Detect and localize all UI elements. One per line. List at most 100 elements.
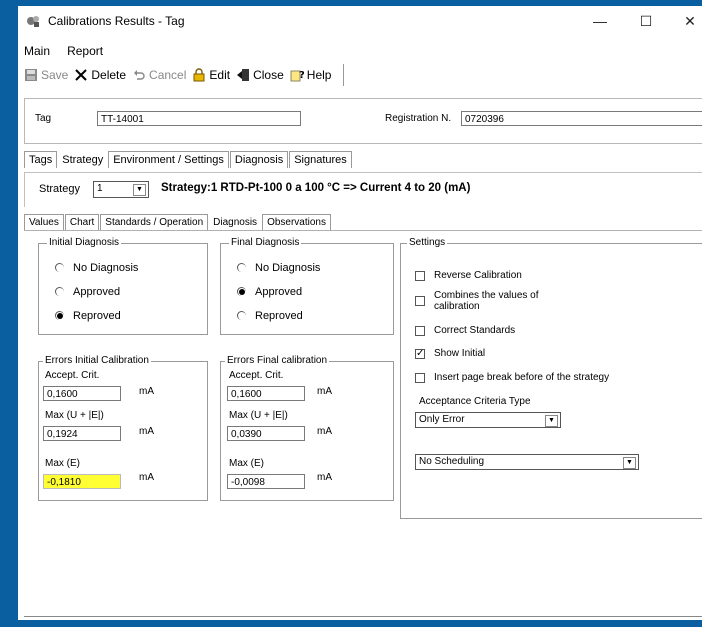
edit-label: Edit	[209, 68, 231, 82]
scheduling-select[interactable]: No Scheduling ▼	[415, 454, 639, 470]
final-max-e-input[interactable]: -0,0098	[227, 474, 305, 489]
scheduling-value: No Scheduling	[419, 456, 485, 467]
errors-initial-group: Errors Initial Calibration Accept. Crit.…	[38, 355, 208, 501]
initial-reproved-radio[interactable]: Reproved	[55, 310, 121, 322]
menu-report[interactable]: Report	[67, 44, 103, 58]
reverse-calibration-checkbox[interactable]: Reverse Calibration	[415, 270, 522, 281]
tag-panel: Tag TT-14001 Registration N. 0720396	[24, 98, 702, 144]
final-diagnosis-group: Final Diagnosis No Diagnosis Approved Re…	[220, 237, 394, 335]
tab-tags[interactable]: Tags	[24, 151, 58, 168]
calibration-results-window: Calibrations Results - Tag — ☐ ✕ Main Re…	[18, 6, 702, 620]
page-break-checkbox[interactable]: Insert page break before of the strategy	[415, 372, 609, 383]
menu-bar: Main Report	[18, 44, 117, 60]
chevron-down-icon: ▼	[545, 415, 558, 427]
tab-standards-operation[interactable]: Standards / Operation	[100, 214, 209, 230]
initial-max-u-input[interactable]: 0,1924	[43, 426, 121, 441]
cancel-button[interactable]: Cancel	[132, 68, 186, 82]
acceptance-criteria-select[interactable]: Only Error ▼	[415, 412, 561, 428]
top-tabs: Tags Strategy Environment / Settings Dia…	[24, 150, 353, 168]
initial-option-label: Reproved	[73, 310, 121, 322]
unit-label: mA	[317, 472, 332, 483]
errors-final-title: Errors Final calibration	[225, 355, 330, 366]
tab-signatures[interactable]: Signatures	[289, 151, 352, 168]
strategy-select[interactable]: 1 ▼	[93, 181, 149, 198]
bottom-divider	[24, 616, 702, 617]
help-icon: ?	[290, 70, 304, 82]
window-title: Calibrations Results - Tag	[48, 14, 185, 28]
combines-values-checkbox[interactable]: Combines the values of calibration	[415, 290, 539, 312]
menu-main[interactable]: Main	[24, 44, 50, 58]
radio-icon	[237, 311, 247, 321]
tab-chart[interactable]: Chart	[64, 214, 100, 230]
tab-environment-settings[interactable]: Environment / Settings	[108, 151, 229, 168]
checkbox-icon	[415, 325, 425, 336]
final-no-diagnosis-radio[interactable]: No Diagnosis	[237, 262, 320, 274]
checkbox-checked-icon: ✓	[415, 347, 425, 359]
inner-tabs: Values Chart Standards / Operation Diagn…	[24, 212, 332, 230]
tag-input[interactable]: TT-14001	[97, 111, 301, 126]
svg-text:?: ?	[299, 70, 304, 81]
unit-label: mA	[317, 386, 332, 397]
initial-accept-crit-input[interactable]: 0,1600	[43, 386, 121, 401]
show-initial-checkbox[interactable]: ✓ Show Initial	[415, 348, 485, 359]
chevron-down-icon: ▼	[623, 457, 636, 469]
final-max-u-input[interactable]: 0,0390	[227, 426, 305, 441]
radio-selected-icon	[55, 311, 65, 321]
undo-icon	[134, 70, 145, 80]
final-reproved-radio[interactable]: Reproved	[237, 310, 303, 322]
initial-no-diagnosis-radio[interactable]: No Diagnosis	[55, 262, 138, 274]
max-u-label: Max (U + |E|)	[45, 410, 104, 421]
exit-icon	[237, 69, 250, 81]
radio-icon	[55, 287, 65, 297]
tab-diagnosis-inner[interactable]: Diagnosis	[209, 217, 262, 230]
lock-icon	[193, 68, 205, 82]
close-label: Close	[253, 68, 284, 82]
checkbox-label-group: Combines the values of calibration	[434, 290, 539, 312]
registration-label: Registration N.	[385, 113, 452, 124]
checkbox-label: Reverse Calibration	[434, 270, 522, 281]
maximize-button[interactable]: ☐	[626, 10, 666, 32]
strategy-label: Strategy	[39, 183, 80, 195]
registration-input[interactable]: 0720396	[461, 111, 702, 126]
toolbar: Save Delete Cancel Edit Close ? Help	[24, 64, 345, 86]
final-option-label: No Diagnosis	[255, 262, 321, 274]
final-option-label: Reproved	[255, 310, 303, 322]
close-window-button[interactable]: ✕	[670, 10, 702, 32]
accept-crit-label: Accept. Crit.	[45, 370, 100, 381]
app-icon	[27, 16, 39, 27]
help-button[interactable]: ? Help	[290, 68, 331, 82]
save-label: Save	[41, 68, 69, 82]
title-bar: Calibrations Results - Tag — ☐ ✕	[18, 6, 702, 36]
initial-approved-radio[interactable]: Approved	[55, 286, 120, 298]
cancel-label: Cancel	[149, 68, 187, 82]
max-e-label: Max (E)	[45, 458, 80, 469]
final-accept-crit-input[interactable]: 0,1600	[227, 386, 305, 401]
delete-icon	[75, 69, 88, 81]
checkbox-label-line2: calibration	[434, 301, 480, 312]
radio-selected-icon	[237, 287, 247, 297]
close-button[interactable]: Close	[236, 68, 284, 82]
unit-label: mA	[317, 426, 332, 437]
tag-label: Tag	[35, 113, 52, 124]
settings-group: Settings Reverse Calibration Combines th…	[400, 237, 702, 519]
edit-button[interactable]: Edit	[192, 68, 230, 82]
tab-values[interactable]: Values	[24, 214, 64, 230]
checkbox-label: Combines the values of	[434, 290, 539, 301]
minimize-button[interactable]: —	[580, 10, 620, 32]
delete-button[interactable]: Delete	[74, 68, 126, 82]
delete-label: Delete	[91, 68, 127, 82]
checkbox-icon	[415, 372, 425, 383]
tab-diagnosis[interactable]: Diagnosis	[229, 151, 289, 168]
initial-diagnosis-group: Initial Diagnosis No Diagnosis Approved …	[38, 237, 208, 335]
final-approved-radio[interactable]: Approved	[237, 286, 302, 298]
correct-standards-checkbox[interactable]: Correct Standards	[415, 325, 515, 336]
initial-max-e-input[interactable]: -0,1810	[43, 474, 121, 489]
errors-initial-title: Errors Initial Calibration	[43, 355, 151, 366]
initial-diagnosis-title: Initial Diagnosis	[47, 237, 122, 248]
save-button[interactable]: Save	[24, 68, 68, 82]
diagnosis-content: Initial Diagnosis No Diagnosis Approved …	[24, 230, 702, 620]
initial-option-label: No Diagnosis	[73, 262, 139, 274]
tab-strategy[interactable]: Strategy	[58, 154, 108, 168]
initial-option-label: Approved	[73, 286, 121, 298]
tab-observations[interactable]: Observations	[262, 214, 331, 230]
